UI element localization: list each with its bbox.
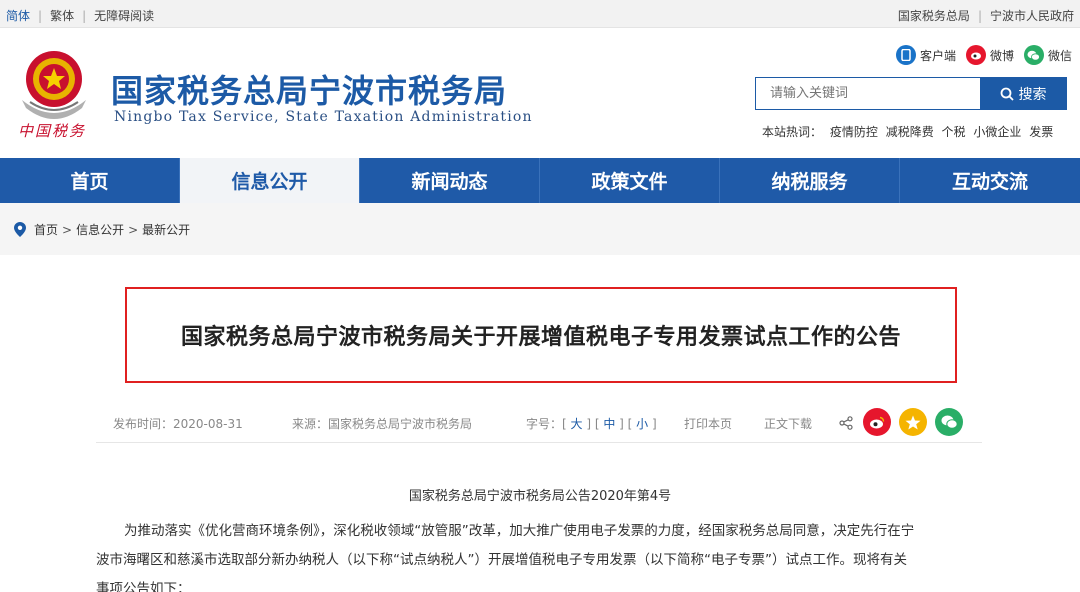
article-title: 国家税务总局宁波市税务局关于开展增值税电子专用发票试点工作的公告 (180, 325, 901, 350)
breadcrumb-separator: > (128, 222, 139, 237)
share-icon[interactable] (839, 416, 853, 430)
article-title-box: 国家税务总局宁波市税务局关于开展增值税电子专用发票试点工作的公告 (125, 287, 957, 383)
wechat-share-icon[interactable] (935, 408, 963, 436)
hotword-link[interactable]: 个税 (942, 125, 966, 139)
print-link[interactable]: 打印本页 (684, 415, 732, 432)
font-size-medium[interactable]: 中 (603, 417, 615, 431)
search-box: 搜索 (755, 77, 1067, 110)
traditional-chinese-link[interactable]: 繁体 (50, 7, 74, 24)
site-header: 中国税务 国家税务总局宁波市税务局 Ningbo Tax Service, St… (0, 28, 1080, 158)
weibo-share-icon[interactable] (863, 408, 891, 436)
hotword-link[interactable]: 小微企业 (973, 125, 1021, 139)
wechat-icon (1023, 45, 1044, 65)
search-button-label: 搜索 (1018, 86, 1047, 103)
breadcrumb-info-disclosure[interactable]: 信息公开 (76, 221, 124, 238)
nav-tab-interaction[interactable]: 互动交流 (900, 158, 1080, 203)
weibo-label: 微博 (989, 48, 1014, 63)
font-size-small[interactable]: 小 (636, 417, 648, 431)
document-number: 国家税务总局宁波市税务局公告2020年第4号 (408, 489, 672, 504)
qzone-share-icon[interactable] (899, 408, 927, 436)
paragraph-line: 波市海曙区和慈溪市选取部分新办纳税人（以下称“试点纳税人”）开展增值税电子专用发… (96, 552, 907, 568)
weibo-link[interactable]: 微博 (965, 45, 1014, 65)
breadcrumb-home[interactable]: 首页 (34, 221, 58, 238)
client-icon (895, 45, 916, 65)
paragraph-line: 为推动落实《优化营商环境条例》，深化税收领域“放管服”改革，加大推广使用电子发票… (124, 523, 915, 539)
nav-tab-home[interactable]: 首页 (0, 158, 180, 203)
external-links: 国家税务总局 | 宁波市人民政府 (898, 7, 1074, 24)
location-pin-icon (14, 222, 26, 237)
search-button[interactable]: 搜索 (980, 78, 1066, 109)
client-label: 客户端 (919, 48, 956, 63)
nav-tab-taxpayer-service[interactable]: 纳税服务 (720, 158, 900, 203)
article-source: 来源：国家税务总局宁波市税务局 (292, 417, 473, 431)
ningbo-gov-link[interactable]: 宁波市人民政府 (990, 7, 1074, 24)
search-input[interactable] (756, 78, 982, 109)
nav-tab-news[interactable]: 新闻动态 (360, 158, 540, 203)
breadcrumb-latest[interactable]: 最新公开 (142, 221, 190, 238)
breadcrumb-bar: 首页 > 信息公开 > 最新公开 (0, 203, 1080, 255)
top-utility-bar: 简体 | 繁体 | 无障碍阅读 国家税务总局 | 宁波市人民政府 (0, 0, 1080, 28)
language-switcher: 简体 | 繁体 | 无障碍阅读 (6, 7, 154, 24)
nav-tab-policy[interactable]: 政策文件 (540, 158, 720, 203)
hotwords-label: 本站热词： (762, 125, 823, 139)
wechat-label: 微信 (1047, 48, 1072, 63)
client-link[interactable]: 客户端 (895, 45, 956, 65)
divider: | (977, 8, 982, 23)
hotword-link[interactable]: 减税降费 (886, 125, 934, 139)
site-subtitle: Ningbo Tax Service, State Taxation Admin… (114, 109, 533, 125)
sta-link[interactable]: 国家税务总局 (898, 7, 970, 24)
download-link[interactable]: 正文下载 (764, 415, 812, 432)
breadcrumb-separator: > (62, 222, 73, 237)
hotword-link[interactable]: 疫情防控 (830, 125, 878, 139)
site-title[interactable]: 国家税务总局宁波市税务局 (111, 66, 507, 112)
weibo-icon (965, 45, 986, 65)
wechat-link[interactable]: 微信 (1023, 45, 1072, 65)
article-body: 为推动落实《优化营商环境条例》，深化税收领域“放管服”改革，加大推广使用电子发票… (96, 517, 986, 592)
font-size-large[interactable]: 大 (571, 417, 583, 431)
publish-date: 发布时间：2020-08-31 (113, 417, 243, 431)
article-meta: 发布时间：2020-08-31 来源：国家税务总局宁波市税务局 字号：[ 大 ]… (96, 405, 982, 443)
emblem-caption: 中国税务 (18, 122, 87, 140)
divider: | (38, 8, 43, 23)
hotword-link[interactable]: 发票 (1029, 125, 1053, 139)
hot-keywords: 本站热词： 疫情防控 减税降费 个税 小微企业 发票 (762, 123, 1053, 140)
social-links: 客户端 微博 微信 (886, 45, 1072, 65)
nav-tab-info-disclosure[interactable]: 信息公开 (180, 158, 360, 203)
tax-emblem-icon[interactable] (16, 46, 92, 124)
simplified-chinese-link[interactable]: 简体 (6, 7, 30, 24)
breadcrumb: 首页 > 信息公开 > 最新公开 (14, 221, 190, 238)
divider: | (82, 8, 87, 23)
main-nav: 首页 信息公开 新闻动态 政策文件 纳税服务 互动交流 (0, 158, 1080, 203)
paragraph-line: 事项公告如下： (96, 581, 191, 592)
font-size-label: 字号： (526, 417, 563, 431)
accessibility-link[interactable]: 无障碍阅读 (94, 7, 154, 24)
font-size-control: 字号：[ 大 ] [ 中 ] [ 小 ] (526, 417, 657, 431)
search-icon (1000, 87, 1014, 101)
